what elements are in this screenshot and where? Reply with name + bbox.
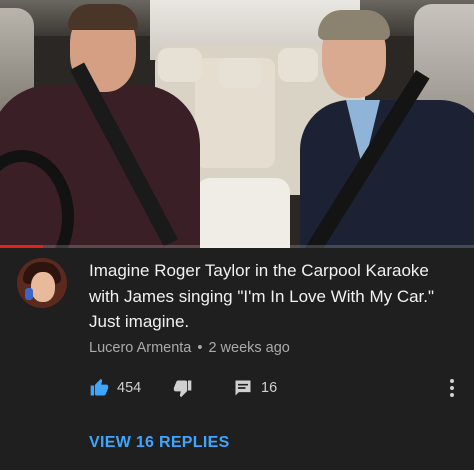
meta-separator: • (197, 340, 203, 356)
avatar-face (31, 272, 55, 302)
comment-icon (235, 380, 251, 396)
headrest-middle (218, 58, 262, 88)
headrest-left (158, 48, 202, 82)
center-console (196, 178, 290, 248)
comment-meta: Lucero Armenta • 2 weeks ago (89, 340, 290, 356)
avatar-headset (25, 288, 33, 300)
like-button[interactable]: 454 (89, 376, 141, 400)
video-progress-bar[interactable] (0, 245, 474, 248)
comment-body: Imagine Roger Taylor in the Carpool Kara… (89, 258, 459, 335)
driver-hair (68, 4, 138, 30)
more-options-button[interactable] (449, 376, 455, 400)
comment-author[interactable]: Lucero Armenta (89, 340, 191, 356)
comment-timestamp[interactable]: 2 weeks ago (208, 340, 289, 356)
reply-button[interactable]: 16 (233, 376, 277, 400)
video-frame[interactable] (0, 0, 474, 248)
thumbs-up-icon (90, 378, 109, 396)
comment-actions: 454 16 (89, 376, 469, 400)
passenger-hair (318, 10, 390, 40)
commenter-avatar[interactable] (17, 258, 67, 308)
dislike-button[interactable] (173, 376, 193, 400)
comment-line: with James singing "I'm In Love With My … (89, 286, 435, 306)
comment-line: Just imagine. (89, 312, 190, 331)
comment-line: Imagine Roger Taylor in the Carpool Kara… (89, 261, 429, 280)
reply-count: 16 (261, 380, 278, 396)
like-count: 454 (117, 380, 142, 396)
video-progress-played (0, 245, 43, 248)
headrest-right (278, 48, 318, 82)
view-replies-link[interactable]: VIEW 16 REPLIES (89, 434, 230, 452)
thumbs-down-icon (173, 380, 192, 398)
more-vertical-icon (450, 379, 454, 397)
